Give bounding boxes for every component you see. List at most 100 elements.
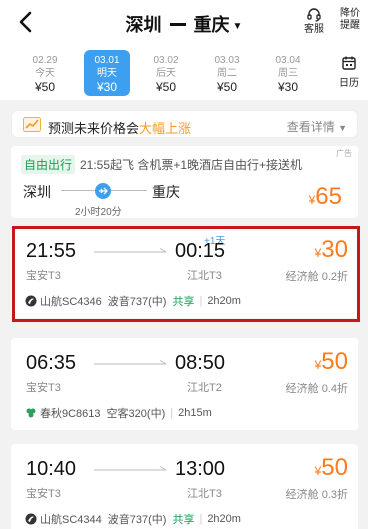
date-tab-selected[interactable]: 03.01 明天 ¥30 xyxy=(84,50,130,96)
date-tab[interactable]: 02.29 今天 ¥50 xyxy=(22,50,68,96)
airline-flight-number: 春秋9C8613 xyxy=(40,408,101,420)
date-tab-price: ¥50 xyxy=(34,80,56,94)
date-tab-day: 今天 xyxy=(35,68,55,79)
cabin-discount: 经济舱 0.3折 xyxy=(285,489,348,501)
from-city: 深圳 xyxy=(125,15,162,35)
departure-time: 21:55 xyxy=(26,240,77,262)
arrival-airport: 江北T3 xyxy=(187,270,222,282)
date-tab[interactable]: 03.03 周二 ¥50 xyxy=(204,50,250,96)
customer-service-label: 客服 xyxy=(304,24,324,35)
arrival-airport: 江北T2 xyxy=(187,382,222,394)
customer-service-button[interactable]: 客服 xyxy=(300,7,328,36)
date-tab-date: 03.02 xyxy=(153,55,179,66)
flight-price: ¥30 xyxy=(315,236,348,264)
ad-label: 广告 xyxy=(336,149,352,158)
departure-airport: 宝安T3 xyxy=(26,270,61,282)
flight-duration: 2h20m xyxy=(207,295,241,307)
spring-airlines-logo-icon xyxy=(26,408,36,418)
flight-card[interactable]: 06:35 08:50 ¥50 宝安T3 江北T2 经济舱 0.4折 春秋9C8… xyxy=(11,338,358,430)
package-price-value: 65 xyxy=(315,183,342,210)
date-tab-date: 03.01 xyxy=(94,55,120,66)
cabin-discount: 经济舱 0.4折 xyxy=(285,383,348,395)
package-to-city: 重庆 xyxy=(152,184,180,200)
package-from-city: 深圳 xyxy=(23,184,51,200)
flight-price-value: 50 xyxy=(321,348,348,375)
flight-card[interactable]: 10:40 13:00 ¥50 宝安T3 江北T3 经济舱 0.3折 山航SC4… xyxy=(11,444,358,529)
headset-icon xyxy=(307,8,321,22)
arrival-airport: 江北T3 xyxy=(187,488,222,500)
arrival-time: 13:00 xyxy=(175,458,226,480)
to-city: 重庆 xyxy=(193,15,230,35)
flight-price: ¥50 xyxy=(315,348,348,376)
package-info: 21:55起飞 含机票+1晚酒店自由行+接送机 xyxy=(80,158,303,172)
divider: | xyxy=(199,295,203,307)
date-tab[interactable]: 03.04 周三 ¥30 xyxy=(265,50,311,96)
airline-flight-number: 山航SC4346 xyxy=(40,296,102,308)
cabin-discount: 经济舱 0.2折 xyxy=(285,271,348,283)
plane-icon xyxy=(95,183,111,199)
date-tab[interactable]: 03.02 后天 ¥50 xyxy=(143,50,189,96)
date-tab-day: 周二 xyxy=(217,68,237,79)
view-details-link[interactable]: 查看详情 ▼ xyxy=(287,118,347,135)
package-tag: 自由出行 xyxy=(21,155,76,174)
date-tab-day: 明天 xyxy=(97,68,117,79)
prediction-text: 预测未来价格会大幅上涨 xyxy=(48,118,191,137)
codeshare-badge: 共享 xyxy=(172,514,195,526)
date-selector: 02.29 今天 ¥50 03.01 明天 ¥30 03.02 后天 ¥50 0… xyxy=(0,46,368,100)
departure-airport: 宝安T3 xyxy=(26,488,61,500)
prediction-text-prefix: 预测未来价格会 xyxy=(48,121,140,136)
flight-duration: 2h15m xyxy=(178,407,212,419)
trend-chart-icon xyxy=(23,117,41,132)
caret-down-icon: ▼ xyxy=(338,123,347,133)
date-tab-price: ¥30 xyxy=(96,80,118,94)
date-tab-day: 周三 xyxy=(278,68,298,79)
calendar-label: 日历 xyxy=(339,78,359,89)
flight-meta: 山航SC4344 波音737(中) 共享 | 2h20m xyxy=(25,511,241,527)
flight-meta: 山航SC4346 波音737(中) 共享 | 2h20m xyxy=(25,293,241,309)
route-dash xyxy=(169,23,186,27)
price-alert-label-1: 降价 xyxy=(340,8,360,19)
codeshare-badge: 共享 xyxy=(172,296,195,308)
date-tab-date: 03.04 xyxy=(275,55,301,66)
date-tab-price: ¥50 xyxy=(216,80,238,94)
route-arrow-icon xyxy=(94,360,167,365)
arrival-time: 00:15 xyxy=(175,240,226,262)
airline-flight-number: 山航SC4344 xyxy=(40,514,102,526)
date-tab-date: 03.03 xyxy=(214,55,240,66)
date-tab-day: 后天 xyxy=(156,68,176,79)
price-prediction-banner[interactable]: 预测未来价格会大幅上涨 查看详情 ▼ xyxy=(11,110,358,138)
calendar-button[interactable]: 日历 xyxy=(334,55,364,89)
departure-time: 10:40 xyxy=(26,458,77,480)
package-duration: 2小时20分 xyxy=(75,207,122,218)
route-arrow-icon xyxy=(94,466,167,471)
divider: | xyxy=(199,513,203,525)
flight-duration: 2h20m xyxy=(207,513,241,525)
shandong-airlines-logo-icon xyxy=(25,513,37,525)
aircraft-type: 空客320(中) xyxy=(106,408,166,420)
aircraft-type: 波音737(中) xyxy=(107,514,167,526)
caret-down-icon: ▼ xyxy=(232,20,243,32)
top-bar: 深圳 重庆 ▼ 客服 降价 提醒 xyxy=(0,0,368,46)
flight-price: ¥50 xyxy=(315,454,348,482)
prediction-highlight: 大幅上涨 xyxy=(139,121,192,136)
date-tab-price: ¥30 xyxy=(277,80,299,94)
shandong-airlines-logo-icon xyxy=(25,295,37,307)
departure-time: 06:35 xyxy=(26,352,77,374)
flight-card[interactable]: 21:55 +1天 00:15 ¥30 宝安T3 江北T3 经济舱 0.2折 山… xyxy=(11,226,358,318)
divider: | xyxy=(170,407,174,419)
aircraft-type: 波音737(中) xyxy=(107,296,167,308)
date-tab-price: ¥50 xyxy=(155,80,177,94)
flight-price-value: 30 xyxy=(321,236,348,263)
calendar-icon xyxy=(342,56,356,70)
flight-price-value: 50 xyxy=(321,454,348,481)
view-details-label: 查看详情 xyxy=(286,120,335,134)
price-alert-label-2: 提醒 xyxy=(340,20,360,31)
price-alert-button[interactable]: 降价 提醒 xyxy=(336,8,364,32)
arrival-time: 08:50 xyxy=(175,352,226,374)
flight-meta: 春秋9C8613 空客320(中) | 2h15m xyxy=(25,405,212,421)
package-price: ¥65 xyxy=(309,183,342,211)
departure-airport: 宝安T3 xyxy=(26,382,61,394)
date-tab-date: 02.29 xyxy=(32,55,58,66)
route-arrow-icon xyxy=(94,248,167,253)
package-ad-card[interactable]: 广告 自由出行 21:55起飞 含机票+1晚酒店自由行+接送机 深圳 重庆 2小… xyxy=(11,146,358,218)
